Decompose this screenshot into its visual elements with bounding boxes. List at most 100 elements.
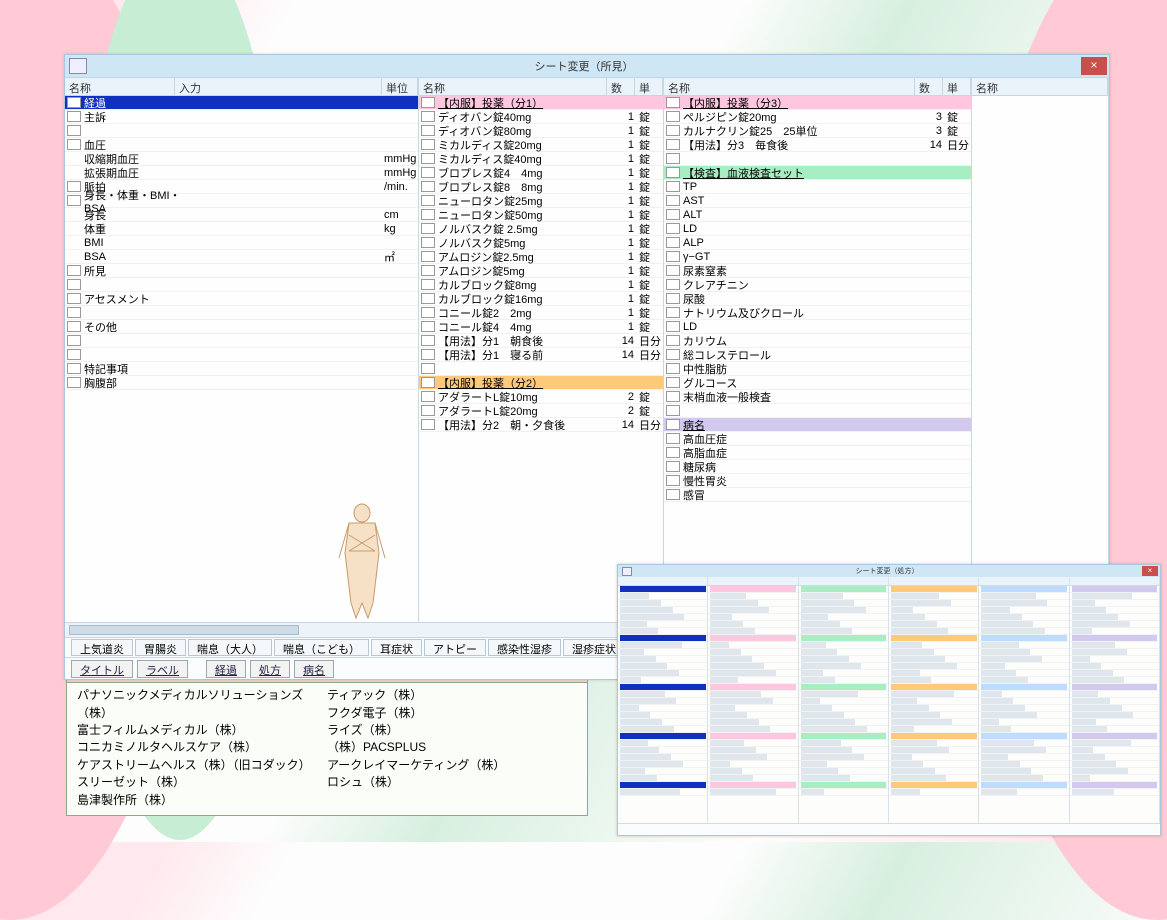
col1-row[interactable]: 主訴 xyxy=(65,110,418,124)
checkbox[interactable] xyxy=(421,321,435,332)
checkbox[interactable] xyxy=(666,405,680,416)
label-button[interactable]: ラベル xyxy=(137,660,188,678)
col1-row[interactable]: その他 xyxy=(65,320,418,334)
checkbox[interactable] xyxy=(421,363,435,374)
checkbox[interactable] xyxy=(666,139,680,150)
checkbox[interactable] xyxy=(421,97,435,108)
tab[interactable]: 耳症状 xyxy=(371,639,422,656)
col1-row[interactable]: アセスメント xyxy=(65,292,418,306)
checkbox[interactable] xyxy=(67,349,81,360)
checkbox[interactable] xyxy=(421,377,435,388)
checkbox[interactable] xyxy=(666,307,680,318)
checkbox[interactable] xyxy=(666,251,680,262)
data-row[interactable]: ALT xyxy=(664,208,971,222)
checkbox[interactable] xyxy=(421,153,435,164)
title-button[interactable]: タイトル xyxy=(71,660,133,678)
checkbox[interactable] xyxy=(67,293,81,304)
tab[interactable]: 喘息（大人） xyxy=(188,639,272,656)
checkbox[interactable] xyxy=(666,391,680,402)
shohou-button[interactable]: 処方 xyxy=(250,660,290,678)
checkbox[interactable] xyxy=(67,195,81,206)
checkbox[interactable] xyxy=(666,363,680,374)
tab[interactable]: 湿疹症状 xyxy=(563,639,625,656)
checkbox[interactable] xyxy=(666,195,680,206)
checkbox[interactable] xyxy=(421,181,435,192)
checkbox[interactable] xyxy=(666,279,680,290)
checkbox[interactable] xyxy=(666,349,680,360)
checkbox[interactable] xyxy=(421,335,435,346)
checkbox[interactable] xyxy=(421,279,435,290)
tab[interactable]: アトピー xyxy=(424,639,486,656)
checkbox[interactable] xyxy=(67,321,81,332)
checkbox[interactable] xyxy=(421,307,435,318)
byoumei-button[interactable]: 病名 xyxy=(294,660,334,678)
close-button[interactable]: × xyxy=(1081,57,1107,75)
thumb-system-menu-icon[interactable] xyxy=(622,567,632,576)
checkbox[interactable] xyxy=(67,181,81,192)
data-row[interactable]: ALP xyxy=(664,236,971,250)
checkbox[interactable] xyxy=(67,377,81,388)
checkbox[interactable] xyxy=(666,475,680,486)
checkbox[interactable] xyxy=(421,223,435,234)
data-row[interactable]: 【用法】分2 朝・夕食後14日分 xyxy=(419,418,663,432)
data-row[interactable]: LD xyxy=(664,222,971,236)
checkbox[interactable] xyxy=(421,251,435,262)
keika-button[interactable]: 経過 xyxy=(206,660,246,678)
system-menu-icon[interactable] xyxy=(69,58,87,74)
checkbox[interactable] xyxy=(421,111,435,122)
checkbox[interactable] xyxy=(666,125,680,136)
checkbox[interactable] xyxy=(67,279,81,290)
checkbox[interactable] xyxy=(421,139,435,150)
checkbox[interactable] xyxy=(67,265,81,276)
col1-row[interactable]: 所見 xyxy=(65,264,418,278)
checkbox[interactable] xyxy=(421,405,435,416)
checkbox[interactable] xyxy=(67,125,81,136)
checkbox[interactable] xyxy=(666,153,680,164)
data-row[interactable]: 末梢血液一般検査 xyxy=(664,390,971,404)
checkbox[interactable] xyxy=(67,335,81,346)
checkbox[interactable] xyxy=(666,433,680,444)
checkbox[interactable] xyxy=(666,447,680,458)
col1-row[interactable]: BMI xyxy=(65,236,418,250)
data-row[interactable]: ナトリウム及びクロール xyxy=(664,306,971,320)
checkbox[interactable] xyxy=(67,97,81,108)
thumb-close-button[interactable]: × xyxy=(1142,566,1158,576)
data-row[interactable]: 【用法】分3 毎食後14日分 xyxy=(664,138,971,152)
tab[interactable]: 胃腸炎 xyxy=(135,639,186,656)
checkbox[interactable] xyxy=(421,125,435,136)
data-row[interactable]: TP xyxy=(664,180,971,194)
checkbox[interactable] xyxy=(666,223,680,234)
data-row[interactable]: AST xyxy=(664,194,971,208)
tab[interactable]: 喘息（こども） xyxy=(274,639,369,656)
checkbox[interactable] xyxy=(666,461,680,472)
tab[interactable]: 上気道炎 xyxy=(71,639,133,656)
checkbox[interactable] xyxy=(666,489,680,500)
col1-row[interactable]: 胸腹部 xyxy=(65,376,418,390)
checkbox[interactable] xyxy=(67,139,81,150)
col1-row[interactable] xyxy=(65,334,418,348)
checkbox[interactable] xyxy=(666,111,680,122)
checkbox[interactable] xyxy=(421,237,435,248)
data-row[interactable]: 【検査】血液検査セット xyxy=(664,166,971,180)
data-row[interactable]: 【用法】分1 寝る前14日分 xyxy=(419,348,663,362)
checkbox[interactable] xyxy=(421,195,435,206)
checkbox[interactable] xyxy=(421,265,435,276)
checkbox[interactable] xyxy=(67,111,81,122)
scrollbar-thumb[interactable] xyxy=(69,625,299,635)
checkbox[interactable] xyxy=(666,167,680,178)
checkbox[interactable] xyxy=(666,377,680,388)
checkbox[interactable] xyxy=(666,97,680,108)
tab[interactable]: 感染性湿疹 xyxy=(488,639,561,656)
col1-row[interactable]: 体重kg xyxy=(65,222,418,236)
checkbox[interactable] xyxy=(666,419,680,430)
checkbox[interactable] xyxy=(421,349,435,360)
checkbox[interactable] xyxy=(421,293,435,304)
checkbox[interactable] xyxy=(666,181,680,192)
data-row[interactable]: 感冒 xyxy=(664,488,971,502)
checkbox[interactable] xyxy=(421,209,435,220)
checkbox[interactable] xyxy=(666,293,680,304)
checkbox[interactable] xyxy=(67,363,81,374)
checkbox[interactable] xyxy=(666,335,680,346)
checkbox[interactable] xyxy=(666,209,680,220)
checkbox[interactable] xyxy=(666,237,680,248)
